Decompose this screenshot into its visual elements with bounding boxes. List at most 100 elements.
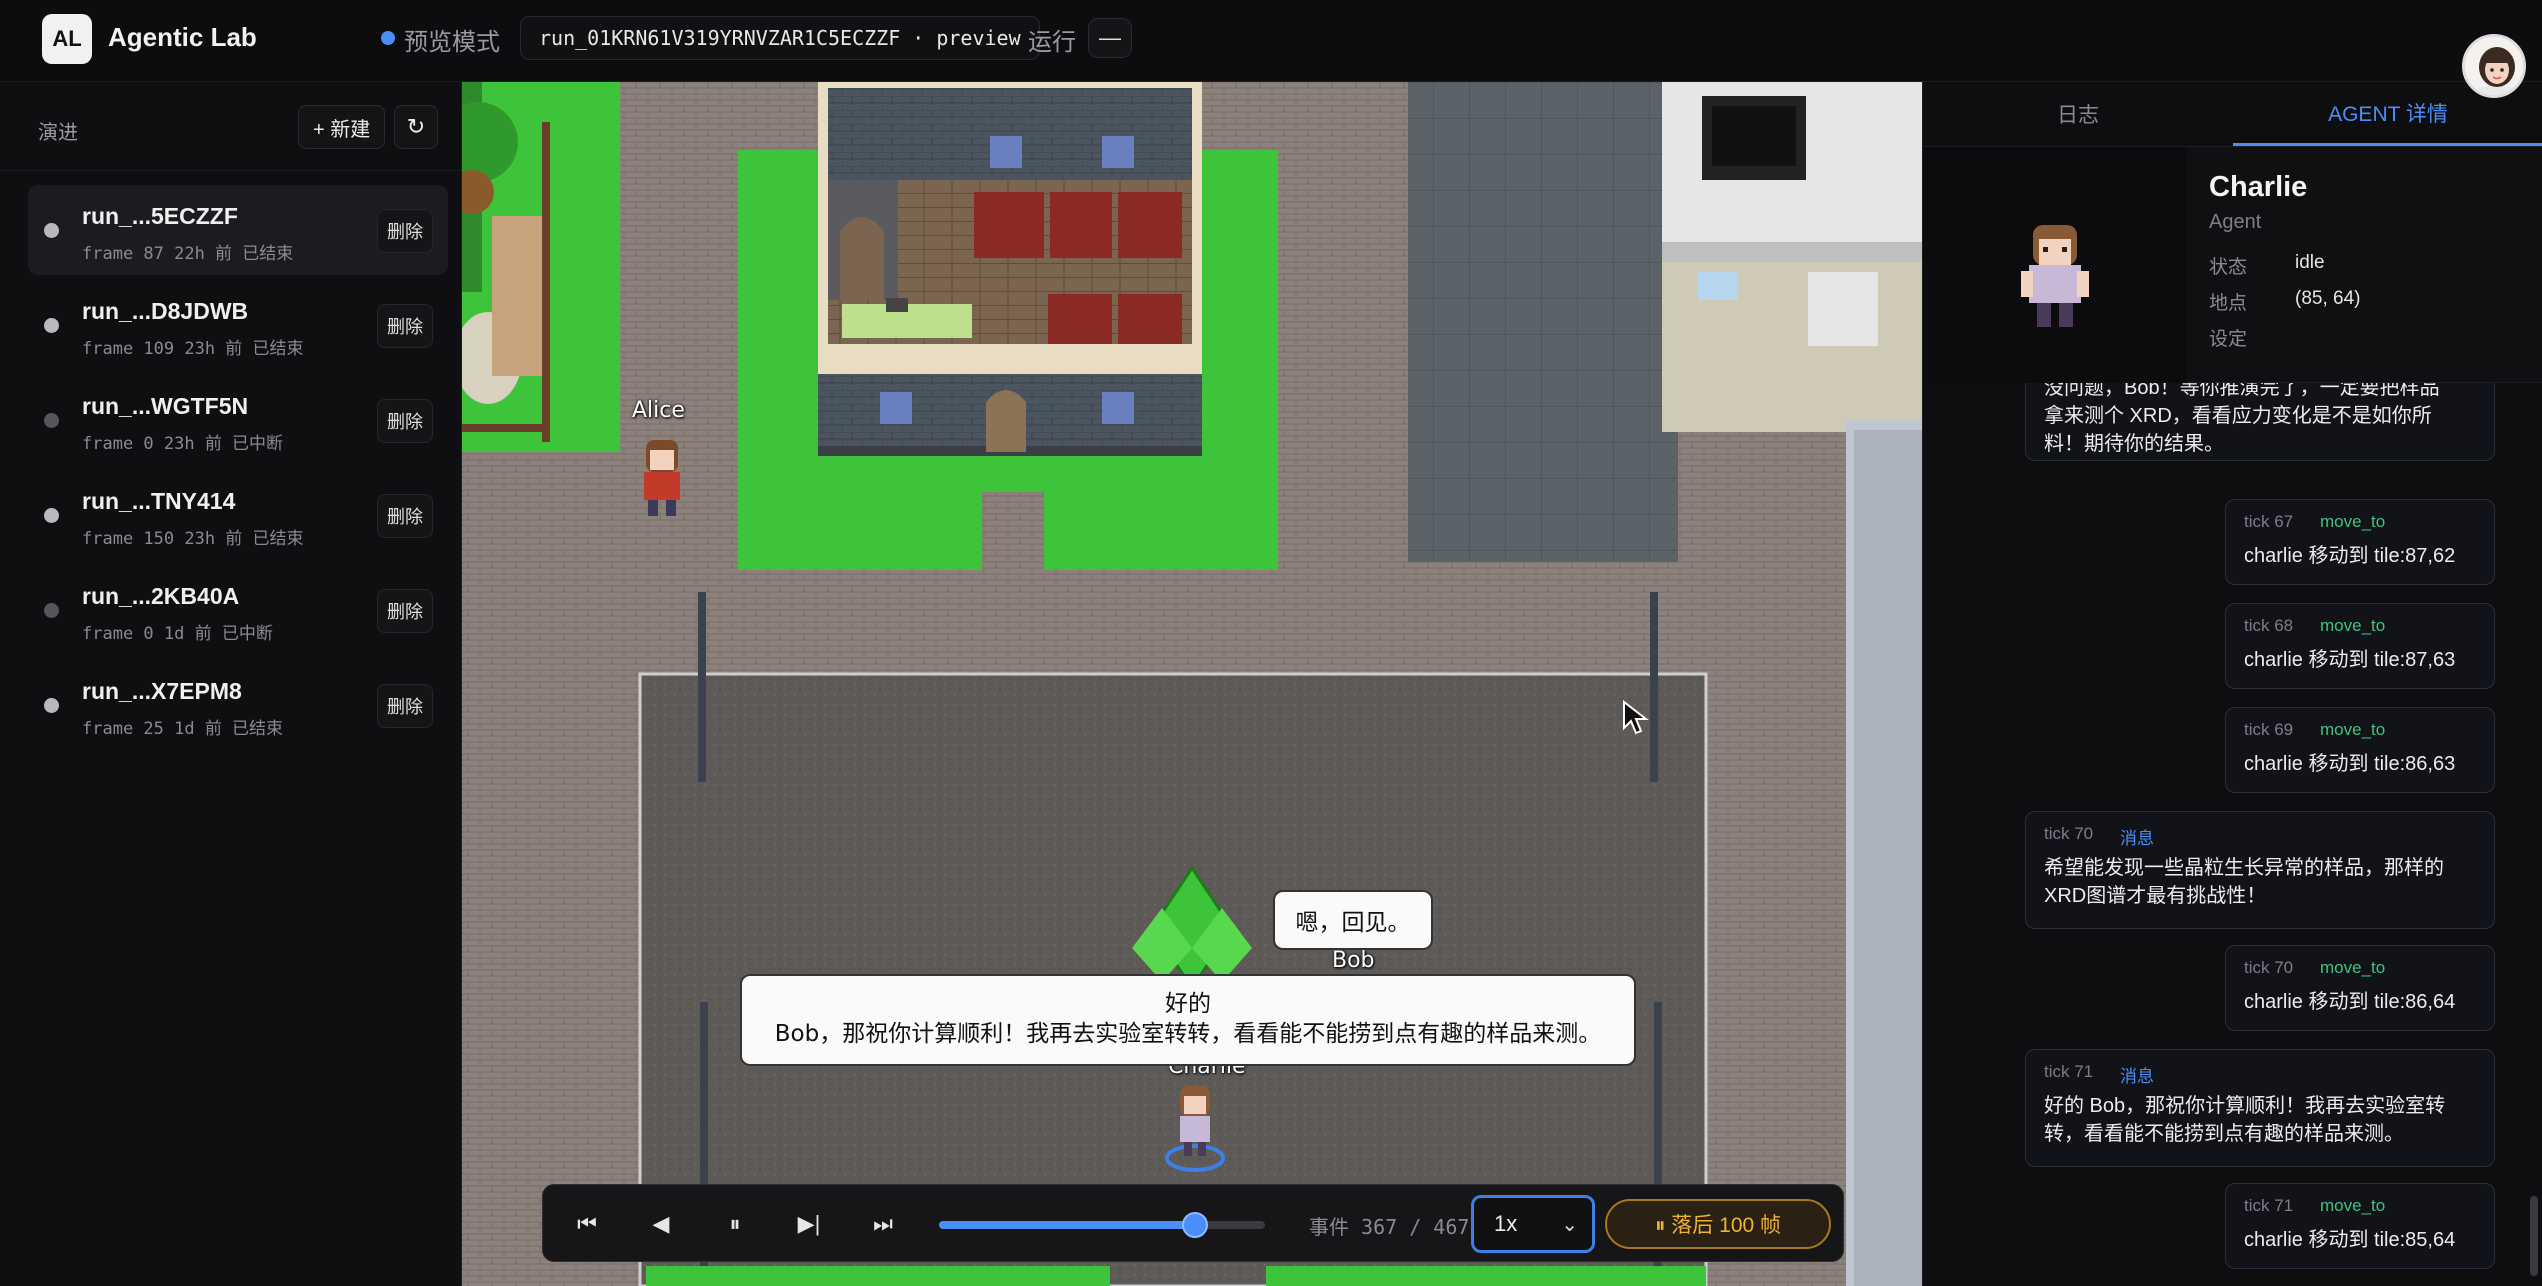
feed-text: charlie 移动到 tile:87,63: [2244, 649, 2456, 671]
run-id-pill[interactable]: run_01KRN61V319YRNVZAR1C5ECZZF · preview: [520, 16, 1040, 60]
timeline-slider[interactable]: [939, 1212, 1265, 1238]
charlie-bubble-line-2: Bob，那祝你计算顺利！我再去实验室转转，看看能不能捞到点有趣的样品来测。: [774, 1021, 1602, 1047]
bob-name-tag: Bob: [1332, 948, 1375, 973]
run-meta: frame 25 1d 前 已结束: [82, 719, 284, 739]
step-back-button[interactable]: ◀: [639, 1202, 683, 1246]
run-meta: frame 0 1d 前 已中断: [82, 624, 273, 644]
run-list-item[interactable]: run_...X7EPM8 frame 25 1d 前 已结束 删除: [28, 660, 448, 750]
agent-card: Charlie Agent 状态 idle 地点 (85, 64) 设定: [1923, 147, 2542, 383]
run-list-item[interactable]: run_...5ECZZF frame 87 22h 前 已结束 删除: [28, 185, 448, 275]
run-status-label: 运行: [1028, 29, 1076, 56]
skip-to-start-button[interactable]: ⏮: [565, 1202, 609, 1246]
feed-type: move_to: [2320, 958, 2386, 977]
feed-move-card: tick 71 move_to charlie 移动到 tile:85,64: [2225, 1183, 2495, 1269]
run-name: run_...5ECZZF: [82, 203, 238, 229]
bob-speech-bubble: 嗯，回见。: [1273, 890, 1433, 950]
refresh-button[interactable]: ↻: [394, 105, 438, 149]
feed-text: charlie 移动到 tile:87,62: [2244, 545, 2456, 567]
run-meta: frame 0 23h 前 已中断: [82, 434, 284, 454]
delete-run-button[interactable]: 删除: [377, 589, 433, 633]
event-feed[interactable]: 没问题，Bob！等你推演完了，一定要把样品 拿来测个 XRD，看看应力变化是不是…: [1923, 383, 2542, 1286]
skip-to-end-button[interactable]: ⏭: [861, 1202, 905, 1246]
feed-tick: tick 68: [2244, 616, 2294, 635]
delete-run-button[interactable]: 删除: [377, 209, 433, 253]
run-status-dot: [44, 698, 59, 713]
feed-type: 消息: [2120, 829, 2154, 848]
new-run-button[interactable]: + 新建: [298, 105, 386, 149]
timeline-handle[interactable]: [1182, 1212, 1209, 1238]
delete-run-button[interactable]: 删除: [377, 494, 433, 538]
catch-up-button[interactable]: ⏸ 落后 100 帧: [1605, 1199, 1831, 1249]
timeline-progress: [939, 1221, 1196, 1229]
feed-type: move_to: [2320, 616, 2386, 635]
charlie-speech-bubble: 好的 Bob，那祝你计算顺利！我再去实验室转转，看看能不能捞到点有趣的样品来测。: [740, 974, 1636, 1066]
feed-text: 没问题，Bob！等你推演完了，一定要把样品: [2044, 383, 2440, 399]
feed-move-card: tick 69 move_to charlie 移动到 tile:86,63: [2225, 707, 2495, 793]
pause-icon: ⏸: [729, 1211, 741, 1236]
feed-tick: tick 71: [2244, 1196, 2294, 1215]
skip-end-icon: ⏭: [873, 1211, 893, 1236]
delete-run-button[interactable]: 删除: [377, 684, 433, 728]
run-status-dot: [44, 223, 59, 238]
run-name: run_...WGTF5N: [82, 393, 249, 419]
app-logo[interactable]: AL: [42, 14, 92, 64]
run-name: run_...X7EPM8: [82, 678, 242, 704]
detail-panel: 日志 AGENT 详情 Charlie Agent 状态 idle 地点 (85…: [1922, 82, 2542, 1286]
mode-label: 预览模式: [404, 29, 500, 56]
feed-text: charlie 移动到 tile:85,64: [2244, 1229, 2456, 1251]
feed-move-card: tick 67 move_to charlie 移动到 tile:87,62: [2225, 499, 2495, 585]
run-list-item[interactable]: run_...TNY414 frame 150 23h 前 已结束 删除: [28, 470, 448, 560]
status-label: 状态: [2209, 257, 2248, 278]
feed-move-card: tick 70 move_to charlie 移动到 tile:86,64: [2225, 945, 2495, 1031]
status-value: idle: [2295, 252, 2325, 273]
sidebar-section-label: 演进: [38, 122, 78, 144]
run-status-dot: [44, 318, 59, 333]
feed-text: charlie 移动到 tile:86,63: [2244, 753, 2456, 775]
run-name: run_...2KB40A: [82, 583, 240, 609]
run-meta: frame 87 22h 前 已结束: [82, 244, 294, 264]
feed-tick: tick 70: [2044, 824, 2094, 843]
run-meta: frame 150 23h 前 已结束: [82, 529, 304, 549]
run-list-item[interactable]: run_...WGTF5N frame 0 23h 前 已中断 删除: [28, 375, 448, 465]
feed-message-card: tick 70 消息 希望能发现一些晶粒生长异常的样品，那样的 XRD图谱才最有…: [2025, 811, 2495, 929]
step-forward-button[interactable]: ▶|: [787, 1202, 831, 1246]
event-counter: 事件 367 / 467: [1309, 1215, 1470, 1239]
alice-name-tag: Alice: [632, 398, 685, 423]
charlie-sprite[interactable]: [1160, 1082, 1230, 1172]
feed-scrollbar[interactable]: [2530, 1196, 2538, 1276]
feed-tick: tick 69: [2244, 720, 2294, 739]
delete-run-button[interactable]: 删除: [377, 304, 433, 348]
top-bar: AL Agentic Lab 预览模式 run_01KRN61V319YRNVZ…: [0, 0, 2542, 82]
feed-text: XRD图谱才最有挑战性！: [2044, 885, 2267, 907]
step-forward-icon: ▶|: [797, 1211, 821, 1236]
mode-status-dot: [381, 31, 395, 45]
feed-tick: tick 71: [2044, 1062, 2094, 1081]
feed-text: charlie 移动到 tile:86,64: [2244, 991, 2456, 1013]
run-status-dot: [44, 508, 59, 523]
feed-text: 拿来测个 XRD，看看应力变化是不是如你所: [2044, 405, 2432, 427]
game-map-canvas[interactable]: Alice Bob Charlie 嗯，回见。 好的 Bob，那祝你计算顺利！我…: [462, 82, 1922, 1286]
run-name: run_...TNY414: [82, 488, 236, 514]
location-label: 地点: [2209, 293, 2248, 314]
feed-message-card: 没问题，Bob！等你推演完了，一定要把样品 拿来测个 XRD，看看应力变化是不是…: [2025, 383, 2495, 461]
pause-button[interactable]: ⏸: [713, 1202, 757, 1246]
feed-message-card: tick 71 消息 好的 Bob，那祝你计算顺利！我再去实验室转 转，看看能不…: [2025, 1049, 2495, 1167]
mouse-cursor-icon: [1623, 700, 1649, 735]
run-list-item[interactable]: run_...D8JDWB frame 109 23h 前 已结束 删除: [28, 280, 448, 370]
agent-role: Agent: [2209, 211, 2262, 233]
run-status-dot: [44, 603, 59, 618]
delete-run-button[interactable]: 删除: [377, 399, 433, 443]
run-meta: frame 109 23h 前 已结束: [82, 339, 304, 359]
charlie-portrait-icon: [2021, 225, 2089, 327]
step-back-icon: ◀: [652, 1211, 670, 1236]
feed-tick: tick 70: [2244, 958, 2294, 977]
tab-log[interactable]: 日志: [1923, 82, 2233, 146]
skip-start-icon: ⏮: [577, 1211, 597, 1236]
run-list-item[interactable]: run_...2KB40A frame 0 1d 前 已中断 删除: [28, 565, 448, 655]
agent-portrait: [1923, 147, 2187, 383]
alice-sprite[interactable]: [632, 432, 692, 522]
setting-label: 设定: [2209, 329, 2248, 350]
run-status-button[interactable]: —: [1088, 18, 1132, 58]
user-avatar[interactable]: [2462, 34, 2526, 98]
speed-select[interactable]: 1x ⌄: [1471, 1195, 1595, 1253]
